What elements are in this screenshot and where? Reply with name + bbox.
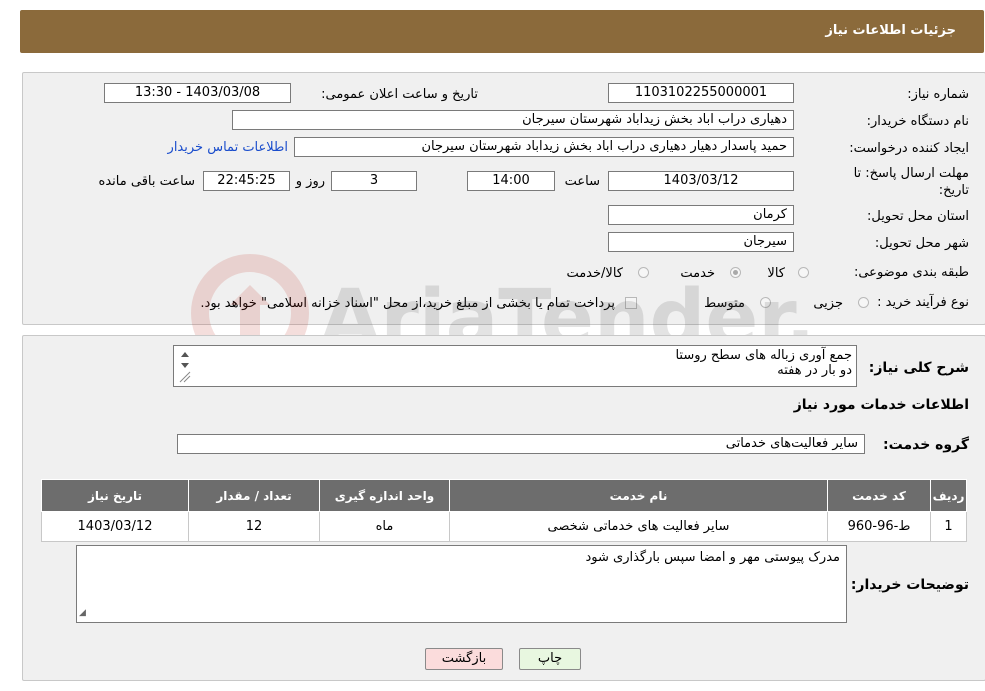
col-service-name: نام خدمت [449, 479, 828, 512]
city-field: سیرجان [608, 232, 794, 252]
purchase-type-label: نوع فرآیند خرید : [877, 295, 969, 310]
need-number-label: شماره نیاز: [907, 87, 969, 102]
scroll-up-icon [181, 352, 189, 357]
category-radio-goods[interactable] [798, 267, 809, 278]
services-section-title: اطلاعات خدمات مورد نیاز [793, 397, 969, 413]
days-label: روز و [295, 174, 325, 189]
print-button[interactable]: چاپ [519, 648, 581, 670]
resize-grip-icon [179, 371, 191, 383]
scroll-down-icon [181, 363, 189, 368]
buyer-notes-textarea[interactable]: مدرک پیوستی مهر و امضا سپس بارگذاری شود … [76, 545, 847, 623]
announce-datetime-field: 1403/03/08 - 13:30 [104, 83, 291, 103]
remaining-time-field: 22:45:25 [203, 171, 290, 191]
need-number-field: 1103102255000001 [608, 83, 794, 103]
cell-unit: ماه [319, 511, 450, 542]
description-textarea[interactable]: جمع آوری زباله های سطح روستا دو بار در ه… [173, 345, 857, 387]
page-header: جزئیات اطلاعات نیاز [20, 10, 984, 53]
requester-field: حمید پاسدار دهیار دهیاری دراب اباد بخش ز… [294, 137, 794, 157]
purchase-type-radio-minor[interactable] [858, 297, 869, 308]
buyer-notes-label: توضیحات خریدار: [850, 577, 969, 593]
province-label: استان محل تحویل: [867, 209, 969, 224]
remaining-time-label: ساعت باقی مانده [98, 174, 195, 189]
category-option-goods-service: کالا/خدمت [566, 266, 623, 281]
col-quantity: تعداد / مقدار [188, 479, 320, 512]
cell-service-name: سایر فعالیت های خدماتی شخصی [449, 511, 828, 542]
category-radio-service[interactable] [730, 267, 741, 278]
description-label: شرح کلی نیاز: [868, 360, 969, 376]
requester-label: ایجاد کننده درخواست: [849, 141, 969, 156]
cell-service-code: ط-96-960 [827, 511, 931, 542]
cell-row-number: 1 [930, 511, 967, 542]
buyer-notes-text: مدرک پیوستی مهر و امضا سپس بارگذاری شود [585, 550, 840, 565]
col-unit: واحد اندازه گیری [319, 479, 450, 512]
col-row-number: ردیف [930, 479, 967, 512]
province-field: کرمان [608, 205, 794, 225]
treasury-payment-checkbox[interactable] [625, 297, 637, 309]
category-radio-goods-service[interactable] [638, 267, 649, 278]
deadline-time-field: 14:00 [467, 171, 555, 191]
services-panel: شرح کلی نیاز: جمع آوری زباله های سطح روس… [22, 335, 985, 681]
city-label: شهر محل تحویل: [874, 236, 969, 251]
description-line-2: دو بار در هفته [777, 363, 852, 378]
deadline-time-label: ساعت [564, 174, 600, 189]
category-option-goods: کالا [767, 266, 785, 281]
category-option-service: خدمت [680, 266, 715, 281]
need-details-panel: شماره نیاز: 1103102255000001 تاریخ و ساع… [22, 72, 985, 325]
buyer-contact-link[interactable]: اطلاعات تماس خریدار [168, 140, 288, 155]
table-row: 1 ط-96-960 سایر فعالیت های خدماتی شخصی م… [41, 511, 967, 542]
col-service-code: کد خدمت [827, 479, 931, 512]
buyer-org-field: دهیاری دراب اباد بخش زیداباد شهرستان سیر… [232, 110, 794, 130]
deadline-label: مهلت ارسال پاسخ: تا [853, 166, 969, 181]
col-need-date: تاریخ نیاز [41, 479, 189, 512]
services-table: ردیف کد خدمت نام خدمت واحد اندازه گیری ت… [41, 479, 967, 542]
category-label: طبقه بندی موضوعی: [853, 265, 969, 280]
back-button[interactable]: بازگشت [425, 648, 503, 670]
treasury-payment-note: پرداخت تمام یا بخشی از مبلغ خرید،از محل … [200, 296, 615, 311]
cell-quantity: 12 [188, 511, 320, 542]
resize-grip-icon[interactable]: ◢ [79, 606, 86, 621]
service-group-label: گروه خدمت: [883, 437, 969, 453]
purchase-type-option-minor: جزیی [813, 296, 843, 311]
service-group-field: سایر فعالیت‌های خدماتی [177, 434, 865, 454]
cell-need-date: 1403/03/12 [41, 511, 189, 542]
buyer-org-label: نام دستگاه خریدار: [866, 114, 969, 129]
remaining-days-field: 3 [331, 171, 417, 191]
announce-datetime-label: تاریخ و ساعت اعلان عمومی: [321, 87, 478, 102]
deadline-date-field: 1403/03/12 [608, 171, 794, 191]
purchase-type-option-medium: متوسط [704, 296, 745, 311]
services-table-header: ردیف کد خدمت نام خدمت واحد اندازه گیری ت… [41, 479, 967, 512]
description-scrollbar[interactable] [176, 348, 194, 384]
page-title: جزئیات اطلاعات نیاز [825, 23, 956, 38]
description-line-1: جمع آوری زباله های سطح روستا [675, 348, 852, 363]
deadline-label-date: تاریخ: [938, 183, 969, 198]
purchase-type-radio-medium[interactable] [760, 297, 771, 308]
